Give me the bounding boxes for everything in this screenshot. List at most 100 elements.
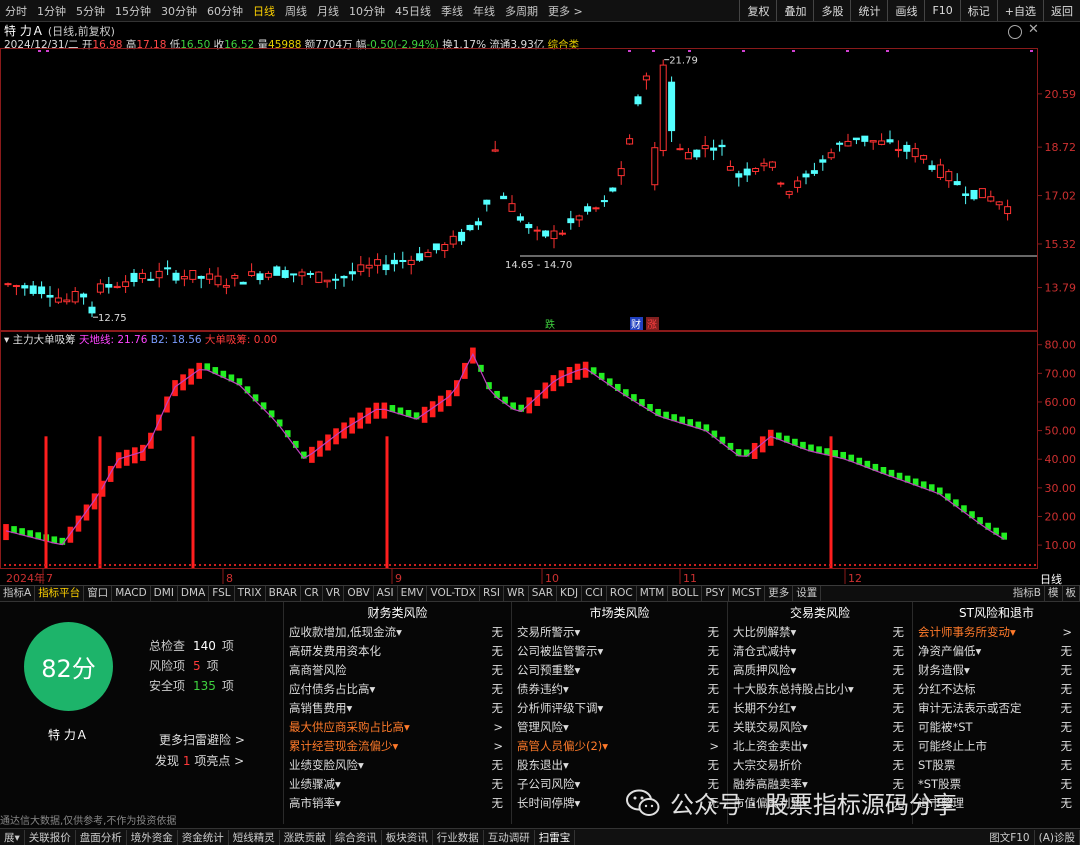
risk-item[interactable]: 财务造假▾ 无: [913, 660, 1080, 679]
indicator-tab[interactable]: VOL-TDX: [427, 586, 480, 601]
indicator-tab[interactable]: OBV: [344, 586, 374, 601]
function-tab[interactable]: 板块资讯: [382, 829, 433, 845]
period-tab[interactable]: 15分钟: [110, 3, 156, 19]
indicator-tab[interactable]: VR: [323, 586, 345, 601]
indicator-tab[interactable]: BRAR: [266, 586, 302, 601]
function-tab[interactable]: 境外资金: [127, 829, 178, 845]
risk-item[interactable]: 高销售费用▾ 无: [284, 698, 511, 717]
indicator-tab[interactable]: CCI: [582, 586, 607, 601]
indicator-tab[interactable]: PSY: [702, 586, 729, 601]
risk-item[interactable]: ST股票无: [913, 755, 1080, 774]
indicator-tab[interactable]: MTM: [637, 586, 669, 601]
risk-item[interactable]: 应收款增加,低现金流▾ 无: [284, 622, 511, 641]
indicator-tab[interactable]: ASI: [374, 586, 398, 601]
period-tab[interactable]: 30分钟: [156, 3, 202, 19]
tool-button[interactable]: +自选: [996, 0, 1043, 21]
risk-item[interactable]: 分析师评级下调▾ 无: [512, 698, 727, 717]
risk-item[interactable]: 最大供应商采购占比高▾ >: [284, 717, 511, 736]
options-icon[interactable]: [1008, 25, 1022, 39]
indicator-tab[interactable]: 指标平台: [35, 586, 85, 601]
indicator-tab[interactable]: 更多: [765, 586, 794, 601]
indicator-tab[interactable]: CR: [301, 586, 323, 601]
function-tab[interactable]: 行业数据: [433, 829, 484, 845]
period-tab[interactable]: 月线: [312, 3, 344, 19]
period-tab[interactable]: 多周期: [500, 3, 543, 19]
risk-item[interactable]: 业绩骤减▾ 无: [284, 774, 511, 793]
risk-item[interactable]: 高质押风险▾ 无: [728, 660, 912, 679]
tool-button[interactable]: 画线: [887, 0, 924, 21]
risk-item[interactable]: 大比例解禁▾ 无: [728, 622, 912, 641]
risk-item[interactable]: 净资产偏低▾ 无: [913, 641, 1080, 660]
period-tab[interactable]: 60分钟: [202, 3, 248, 19]
risk-item[interactable]: 交易所警示▾ 无: [512, 622, 727, 641]
indicator-tab[interactable]: MACD: [112, 586, 151, 601]
risk-item[interactable]: 高商誉风险无: [284, 660, 511, 679]
function-tab[interactable]: 涨跌贡献: [280, 829, 331, 845]
function-tab[interactable]: 展▾: [0, 829, 25, 845]
indicator-tab[interactable]: DMI: [151, 586, 178, 601]
risk-item[interactable]: 应付债务占比高▾ 无: [284, 679, 511, 698]
period-tab[interactable]: 年线: [468, 3, 500, 19]
more-scan-link[interactable]: 更多扫雷避险 >: [159, 731, 245, 748]
period-tab[interactable]: 分时: [0, 3, 32, 19]
risk-item[interactable]: 大宗交易折价无: [728, 755, 912, 774]
tool-button[interactable]: 叠加: [776, 0, 813, 21]
risk-item[interactable]: 公司预重整▾ 无: [512, 660, 727, 679]
indicator-tab[interactable]: SAR: [529, 586, 558, 601]
indicator-tab[interactable]: RSI: [480, 586, 504, 601]
risk-item[interactable]: 可能终止上市无: [913, 736, 1080, 755]
indicator-b-tab[interactable]: 模: [1045, 586, 1063, 601]
indicator-tab[interactable]: KDJ: [557, 586, 583, 601]
risk-item[interactable]: 管理风险▾ 无: [512, 717, 727, 736]
indicator-tab[interactable]: 指标A: [0, 586, 36, 601]
f10-button[interactable]: (A)诊股: [1035, 829, 1080, 845]
period-tab[interactable]: 45日线: [390, 3, 436, 19]
risk-item[interactable]: 累计经营现金流偏少▾ >: [284, 736, 511, 755]
risk-item[interactable]: 公司被监管警示▾ 无: [512, 641, 727, 660]
risk-item[interactable]: 清仓式减持▾ 无: [728, 641, 912, 660]
risk-item[interactable]: 可能被*ST 无: [913, 717, 1080, 736]
indicator-b-tab[interactable]: 板: [1063, 586, 1080, 601]
tool-button[interactable]: 返回: [1043, 0, 1080, 21]
risk-item[interactable]: 会计师事务所变动▾ >: [913, 622, 1080, 641]
kline-chart[interactable]: 20.59 18.72 17.02 15.32 13.79 80.00 70.00 60.00…: [0, 48, 1080, 585]
risk-item[interactable]: 分红不达标无: [913, 679, 1080, 698]
tool-button[interactable]: 统计: [850, 0, 887, 21]
tool-button[interactable]: F10: [924, 0, 959, 21]
period-tab[interactable]: 日线: [248, 3, 280, 19]
tool-button[interactable]: 标记: [959, 0, 997, 21]
function-tab[interactable]: 资金统计: [178, 829, 229, 845]
indicator-tab[interactable]: TRIX: [235, 586, 266, 601]
risk-item[interactable]: 长期不分红▾ 无: [728, 698, 912, 717]
function-tab[interactable]: 关联报价: [25, 829, 76, 845]
close-icon[interactable]: ✕: [1028, 22, 1039, 37]
indicator-tab[interactable]: 窗口: [84, 586, 113, 601]
period-tab[interactable]: 更多 >: [543, 3, 588, 19]
tool-button[interactable]: 多股: [813, 0, 850, 21]
function-tab[interactable]: 盘面分析: [76, 829, 127, 845]
highlight-link[interactable]: 发现 1 项亮点 >: [155, 752, 244, 769]
tool-button[interactable]: 复权: [739, 0, 776, 21]
indicator-tab[interactable]: FSL: [209, 586, 235, 601]
indicator-tab[interactable]: 设置: [793, 586, 822, 601]
function-tab[interactable]: 综合资讯: [331, 829, 382, 845]
function-tab[interactable]: 短线精灵: [229, 829, 280, 845]
risk-item[interactable]: 高研发费用资本化无: [284, 641, 511, 660]
risk-item[interactable]: 高市销率▾ 无: [284, 793, 511, 812]
period-tab[interactable]: 周线: [280, 3, 312, 19]
period-tab[interactable]: 季线: [436, 3, 468, 19]
risk-item[interactable]: 股东退出▾ 无: [512, 755, 727, 774]
indicator-tab[interactable]: DMA: [178, 586, 210, 601]
function-tab[interactable]: 扫雷宝: [535, 829, 576, 845]
risk-item[interactable]: 北上资金卖出▾ 无: [728, 736, 912, 755]
f10-button[interactable]: 图文F10: [985, 829, 1035, 845]
indicator-tab[interactable]: MCST: [729, 586, 766, 601]
risk-item[interactable]: 审计无法表示或否定无: [913, 698, 1080, 717]
indicator-tab[interactable]: WR: [504, 586, 529, 601]
function-tab[interactable]: 互动调研: [484, 829, 535, 845]
risk-item[interactable]: 业绩变脸风险▾ 无: [284, 755, 511, 774]
indicator-tab[interactable]: ROC: [607, 586, 637, 601]
period-tab[interactable]: 10分钟: [344, 3, 390, 19]
period-tab[interactable]: 5分钟: [71, 3, 110, 19]
risk-item[interactable]: 十大股东总持股占比小▾ 无: [728, 679, 912, 698]
